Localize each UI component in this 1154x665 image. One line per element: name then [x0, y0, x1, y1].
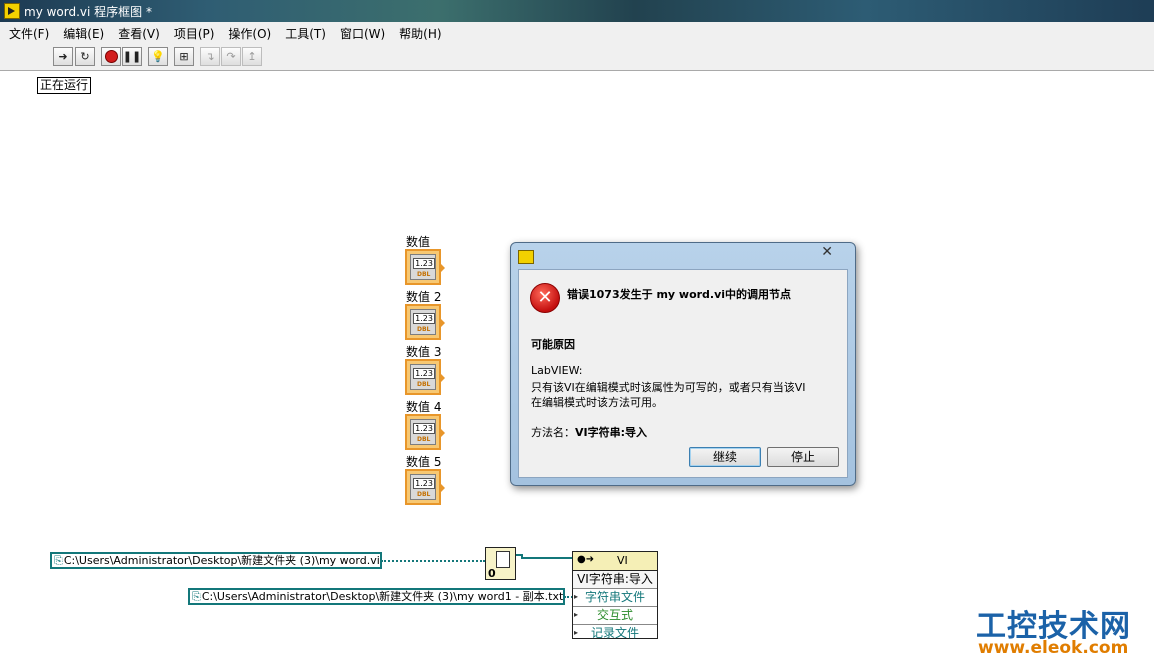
step-out-icon[interactable]: ↥ [242, 47, 262, 66]
labview-vi-icon [4, 3, 20, 19]
invoke-param-string-file[interactable]: 字符串文件 [573, 589, 657, 607]
numeric-label: 数值 3 [406, 345, 442, 359]
menu-tools[interactable]: 工具(T) [278, 22, 333, 43]
run-icon[interactable]: ➜ [53, 47, 73, 66]
menu-help[interactable]: 帮助(H) [392, 22, 448, 43]
invoke-node-header: ●➜ VI [573, 552, 657, 571]
numeric-indicator[interactable]: 1.23 DBL [405, 304, 445, 340]
numeric-indicator[interactable]: 1.23 DBL [405, 469, 445, 505]
path-wire[interactable] [381, 560, 485, 562]
retain-wire-values-icon[interactable]: ⊞ [174, 47, 194, 66]
continue-button[interactable]: 继续 [689, 447, 761, 467]
step-over-icon[interactable]: ↷ [221, 47, 241, 66]
txt-path-constant[interactable]: ⎘C:\Users\Administrator\Desktop\新建文件夹 (3… [188, 588, 566, 605]
numeric-label: 数值 4 [406, 400, 442, 414]
cause-text: 只有该VI在编辑模式时该属性为可写的，或者只有当该VI [531, 381, 806, 394]
cause-heading: 可能原因 [531, 338, 575, 351]
close-icon[interactable]: ✕ [821, 244, 833, 260]
invoke-param-log-file[interactable]: 记录文件 [573, 625, 657, 642]
reference-arrow-icon: ●➜ [577, 554, 595, 565]
error-dialog-body: ✕ 错误1073发生于 my word.vi中的调用节点 可能原因 LabVIE… [518, 269, 848, 478]
invoke-param-interactive[interactable]: 交互式 [573, 607, 657, 625]
method-name: VI字符串:导入 [575, 426, 648, 439]
menu-view[interactable]: 查看(V) [111, 22, 167, 43]
highlight-execution-icon[interactable]: 💡 [148, 47, 168, 66]
stop-button[interactable]: 停止 [767, 447, 839, 467]
path-icon: ⎘ [54, 554, 63, 567]
abort-icon[interactable] [101, 47, 121, 66]
menu-edit[interactable]: 编辑(E) [56, 22, 111, 43]
vi-document-icon [496, 551, 510, 568]
cause-text: LabVIEW: [531, 364, 583, 377]
invoke-node[interactable]: ●➜ VI VI字符串:导入 字符串文件 交互式 记录文件 [572, 551, 658, 642]
running-status-label: 正在运行 [37, 77, 92, 94]
watermark-url: www.eleok.com [978, 638, 1129, 658]
menu-bar: 文件(F) 编辑(E) 查看(V) 项目(P) 操作(O) 工具(T) 窗口(W) 帮助(H) [0, 22, 1154, 44]
path-icon: ⎘ [192, 590, 201, 603]
window-title-bar[interactable]: my word.vi 程序框图 * [0, 0, 1154, 22]
numeric-indicator[interactable]: 1.23 DBL [405, 359, 445, 395]
step-into-icon[interactable]: ↴ [200, 47, 220, 66]
numeric-indicator[interactable]: 1.23 DBL [405, 414, 445, 450]
numeric-label: 数值 5 [406, 455, 442, 469]
cause-text: 在编辑模式时该方法可用。 [531, 396, 663, 409]
numeric-label: 数值 2 [406, 290, 442, 304]
invoke-method-name: VI字符串:导入 [573, 571, 657, 589]
toolbar: ➜ ↻ ❚❚ 💡 ⊞ ↴ ↷ ↥ [0, 43, 1154, 71]
window-title: my word.vi 程序框图 * [24, 5, 152, 19]
menu-file[interactable]: 文件(F) [0, 22, 56, 43]
error-title: 错误1073发生于 my word.vi中的调用节点 [567, 288, 792, 301]
run-continuously-icon[interactable]: ↻ [75, 47, 95, 66]
error-dialog: ✕ ✕ 错误1073发生于 my word.vi中的调用节点 可能原因 LabV… [510, 242, 856, 486]
labview-vi-icon [518, 250, 534, 264]
error-icon: ✕ [530, 283, 560, 313]
open-vi-reference-node[interactable]: 0 [485, 547, 516, 580]
numeric-label: 数值 [406, 235, 431, 249]
numeric-indicator[interactable]: 1.23 DBL [405, 249, 445, 285]
menu-window[interactable]: 窗口(W) [333, 22, 392, 43]
vi-path-constant[interactable]: ⎘C:\Users\Administrator\Desktop\新建文件夹 (3… [50, 552, 382, 569]
menu-operate[interactable]: 操作(O) [221, 22, 278, 43]
method-name-line: 方法名：VI字符串:导入 [531, 426, 648, 439]
reference-wire[interactable] [521, 557, 573, 559]
menu-project[interactable]: 项目(P) [167, 22, 222, 43]
pause-icon[interactable]: ❚❚ [122, 47, 142, 66]
